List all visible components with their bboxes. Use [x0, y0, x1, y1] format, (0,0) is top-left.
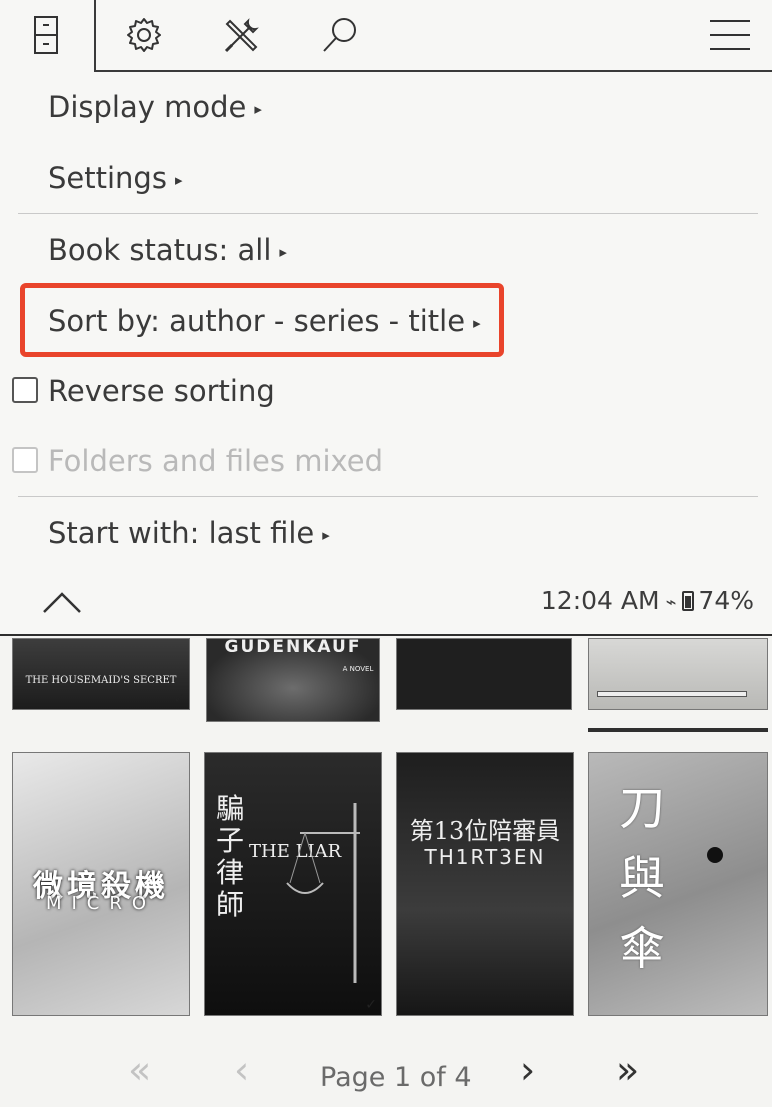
- menu-item-label: Sort by: author - series - title: [48, 304, 466, 338]
- book-title: 刀與傘: [619, 781, 665, 975]
- submenu-arrow-icon: ▸: [279, 243, 287, 261]
- menu-item-display-mode[interactable]: Display mode ▸: [48, 90, 262, 124]
- read-check-icon: ✓: [173, 691, 185, 707]
- next-page-button[interactable]: ›: [520, 1048, 535, 1092]
- menu-item-label: Reverse sorting: [48, 374, 275, 408]
- book-title: 騙子律師: [215, 792, 244, 921]
- menu-item-label: Settings: [48, 161, 167, 195]
- battery-icon: [682, 590, 695, 611]
- gear-icon[interactable]: [120, 10, 168, 60]
- prev-page-button: ‹: [234, 1048, 250, 1092]
- book-subtitle: A NOVEL: [342, 665, 374, 673]
- menu-divider: [18, 496, 758, 497]
- last-page-button[interactable]: »: [616, 1048, 639, 1092]
- reverse-sorting-checkbox[interactable]: [12, 377, 38, 403]
- clock: 12:04 AM: [540, 586, 660, 615]
- library-menu: Display mode ▸ Settings ▸ Book status: all…: [0, 74, 772, 636]
- submenu-arrow-icon: ▸: [473, 314, 481, 332]
- book-title: 第13位陪審員: [409, 817, 561, 845]
- status-bar: 12:04 AM ⌁ 74%: [541, 586, 754, 615]
- cover-dot: [707, 847, 723, 863]
- menu-item-label: Start with: last file: [48, 516, 315, 550]
- library-icon[interactable]: [22, 10, 70, 60]
- menu-divider: [18, 213, 758, 214]
- submenu-arrow-icon: ▸: [254, 100, 262, 118]
- folders-files-mixed-checkbox: [12, 447, 38, 473]
- menu-footer: 12:04 AM ⌁ 74%: [0, 574, 772, 630]
- book-cover[interactable]: 第13位陪審員 TH1RT3EN: [396, 752, 574, 1016]
- top-toolbar: [0, 0, 772, 74]
- reading-progress-bar: [597, 691, 747, 697]
- book-cover[interactable]: [588, 638, 768, 710]
- collapse-menu-icon[interactable]: [40, 580, 84, 620]
- menu-item-book-status[interactable]: Book status: all ▸: [48, 233, 287, 267]
- book-subtitle: MICRO: [45, 893, 157, 914]
- wifi-icon: ⌁: [665, 592, 677, 613]
- menu-item-reverse-sorting[interactable]: Reverse sorting: [48, 374, 275, 408]
- menu-item-sort-by[interactable]: Sort by: author - series - title ▸: [48, 304, 481, 338]
- search-icon[interactable]: [316, 10, 364, 60]
- hamburger-menu-icon[interactable]: [706, 10, 754, 60]
- menu-item-label: Display mode: [48, 90, 247, 124]
- menu-item-settings[interactable]: Settings ▸: [48, 161, 182, 195]
- book-cover[interactable]: GUDENKAUF A NOVEL: [206, 638, 380, 722]
- menu-item-start-with[interactable]: Start with: last file ▸: [48, 516, 330, 550]
- scales-illustration: [286, 803, 360, 983]
- first-page-button: «: [128, 1048, 152, 1092]
- book-cover[interactable]: 刀與傘: [588, 752, 768, 1016]
- book-cover[interactable]: 微境殺機 MICRO: [12, 752, 190, 1016]
- menu-item-folders-files-mixed: Folders and files mixed: [48, 444, 383, 478]
- book-title: THE HOUSEMAID'S SECRET: [25, 675, 177, 686]
- battery-level: 74%: [698, 586, 754, 615]
- book-cover[interactable]: [396, 638, 572, 710]
- menu-item-label: Folders and files mixed: [48, 444, 384, 478]
- submenu-arrow-icon: ▸: [174, 171, 183, 189]
- tools-icon[interactable]: [218, 10, 266, 60]
- menu-item-label: Book status: all: [48, 233, 272, 267]
- book-subtitle: TH1RT3EN: [424, 845, 546, 869]
- book-author: GUDENKAUF: [224, 638, 362, 657]
- page-indicator[interactable]: Page 1 of 4: [320, 1062, 472, 1093]
- read-check-icon: ✓: [365, 997, 377, 1013]
- toolbar-frame: [94, 0, 772, 72]
- book-cover[interactable]: 騙子律師 THE LIAR ✓: [204, 752, 382, 1016]
- current-book-indicator: [588, 728, 768, 732]
- pagination: « ‹ Page 1 of 4 › »: [0, 1040, 772, 1107]
- submenu-arrow-icon: ▸: [322, 526, 330, 544]
- book-cover[interactable]: THE HOUSEMAID'S SECRET ✓: [12, 638, 190, 710]
